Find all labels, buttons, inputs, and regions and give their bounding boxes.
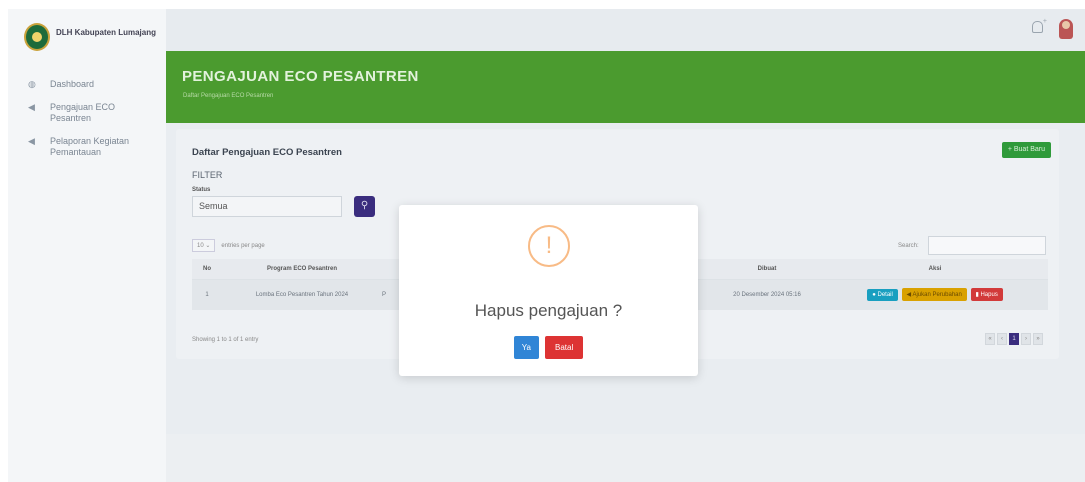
warning-icon: !: [528, 225, 570, 267]
dialog-actions: Ya Batal: [399, 336, 698, 359]
dialog-title: Hapus pengajuan ?: [474, 301, 623, 320]
confirm-button[interactable]: Ya: [513, 336, 539, 359]
confirm-dialog: ! Hapus pengajuan ? Ya Batal: [399, 205, 698, 376]
cancel-button[interactable]: Batal: [544, 336, 584, 359]
